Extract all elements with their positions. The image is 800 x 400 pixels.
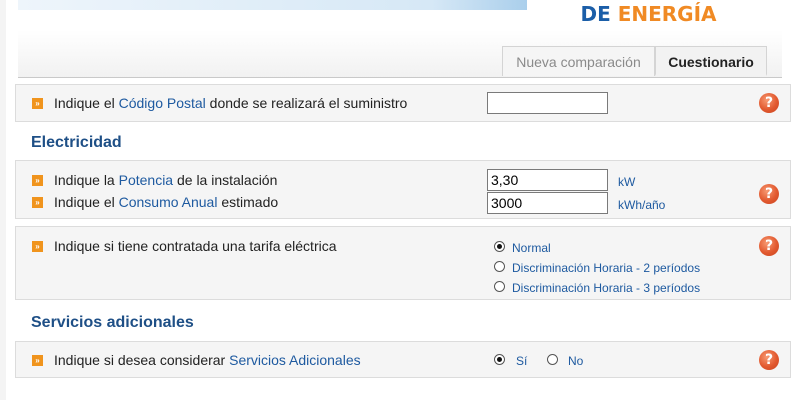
- logo-energia: ENERGÍA: [617, 2, 717, 26]
- arrow-right-icon: »: [32, 241, 43, 252]
- postal-label-pre: Indique el: [54, 95, 119, 111]
- servicios-si-radio[interactable]: [494, 354, 505, 365]
- servicios-label-pre: Indique si desea considerar: [54, 352, 230, 368]
- help-icon[interactable]: ?: [759, 236, 779, 256]
- logo-de: DE: [580, 2, 611, 26]
- electricidad-panel: » Indique la Potencia de la instalación …: [15, 160, 791, 219]
- postal-label-link[interactable]: Código Postal: [119, 95, 206, 111]
- arrow-right-icon: »: [32, 197, 43, 208]
- consumo-label: Indique el Consumo Anual estimado: [54, 194, 278, 210]
- postal-code-panel: » Indique el Código Postal donde se real…: [15, 84, 791, 122]
- consumo-label-post: estimado: [217, 194, 279, 210]
- arrow-right-icon: »: [32, 98, 43, 109]
- tarifa-label: Indique si tiene contratada una tarifa e…: [54, 238, 337, 254]
- tarifa-normal-radio[interactable]: [494, 241, 505, 252]
- electricidad-heading: Electricidad: [31, 134, 122, 151]
- tarifa-normal-label[interactable]: Normal: [512, 241, 551, 255]
- consumo-label-link[interactable]: Consumo Anual: [119, 194, 218, 210]
- consumo-input[interactable]: [487, 192, 608, 214]
- arrow-right-icon: »: [32, 175, 43, 186]
- servicios-no-label[interactable]: No: [568, 354, 583, 368]
- tarifa-2-periodos-radio[interactable]: [494, 261, 505, 272]
- consumo-unit: kWh/año: [618, 198, 666, 212]
- servicios-si-label[interactable]: Sí: [516, 354, 527, 368]
- help-icon[interactable]: ?: [759, 350, 779, 370]
- postal-label-post: donde se realizará el suministro: [205, 95, 408, 111]
- servicios-heading: Servicios adicionales: [31, 314, 194, 331]
- potencia-unit: kW: [618, 175, 636, 189]
- potencia-label-pre: Indique la: [54, 172, 119, 188]
- site-logo[interactable]: DE ENERGÍA: [527, 0, 770, 34]
- servicios-no-radio[interactable]: [547, 354, 558, 365]
- tab-divider: [18, 77, 782, 78]
- potencia-label-link[interactable]: Potencia: [119, 172, 173, 188]
- help-icon[interactable]: ?: [759, 184, 779, 204]
- potencia-input[interactable]: [487, 169, 608, 191]
- servicios-label: Indique si desea considerar Servicios Ad…: [54, 352, 361, 368]
- page-edge: [0, 0, 6, 400]
- potencia-label-post: de la instalación: [173, 172, 278, 188]
- potencia-label: Indique la Potencia de la instalación: [54, 172, 277, 188]
- consumo-label-pre: Indique el: [54, 194, 119, 210]
- tarifa-3-periodos-radio[interactable]: [494, 281, 505, 292]
- postal-code-label: Indique el Código Postal donde se realiz…: [54, 95, 407, 111]
- arrow-right-icon: »: [32, 355, 43, 366]
- postal-code-input[interactable]: [487, 92, 608, 114]
- tab-nueva-comparacion[interactable]: Nueva comparación: [502, 46, 655, 76]
- tarifa-panel: » Indique si tiene contratada una tarifa…: [15, 226, 791, 300]
- servicios-panel: » Indique si desea considerar Servicios …: [15, 341, 791, 378]
- servicios-label-link[interactable]: Servicios Adicionales: [229, 352, 361, 368]
- tarifa-3-periodos-label[interactable]: Discriminación Horaria - 3 períodos: [512, 281, 700, 295]
- tab-cuestionario[interactable]: Cuestionario: [655, 46, 767, 76]
- tarifa-2-periodos-label[interactable]: Discriminación Horaria - 2 períodos: [512, 261, 700, 275]
- help-icon[interactable]: ?: [759, 93, 779, 113]
